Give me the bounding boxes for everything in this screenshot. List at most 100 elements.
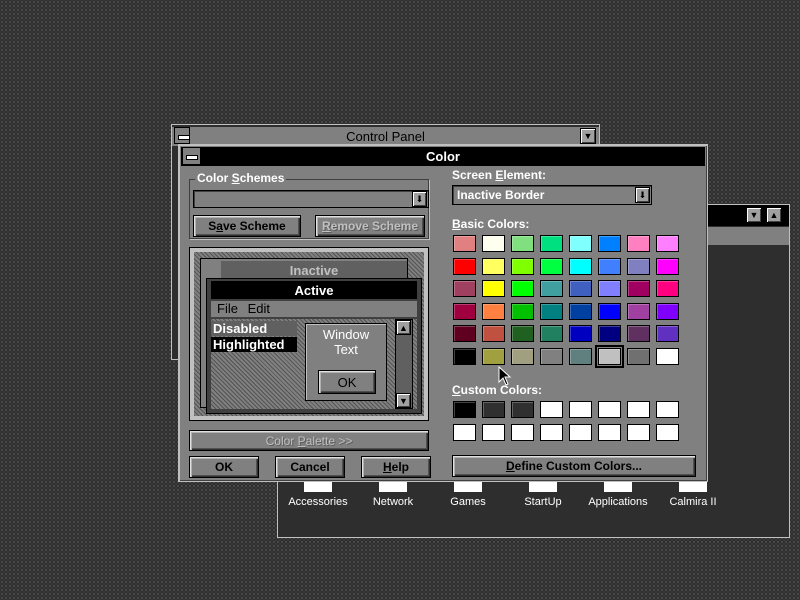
basic-color-swatch[interactable]: [627, 347, 650, 365]
custom-color-swatch[interactable]: [511, 401, 534, 418]
basic-colors-grid: [453, 235, 689, 368]
basic-color-swatch[interactable]: [540, 235, 563, 252]
basic-color-swatch[interactable]: [482, 235, 505, 252]
color-dialog: Color Color Schemes ⬇ Save Scheme Remove…: [178, 144, 708, 482]
icon-label: Accessories: [288, 496, 348, 508]
basic-color-swatch[interactable]: [627, 325, 650, 342]
basic-color-swatch[interactable]: [482, 257, 505, 275]
custom-color-swatch[interactable]: [569, 423, 592, 441]
custom-color-swatch[interactable]: [569, 401, 592, 418]
minimize-button[interactable]: ▼: [746, 207, 762, 223]
group-icon-accessories[interactable]: Accessories: [278, 482, 358, 508]
basic-color-swatch[interactable]: [453, 302, 476, 320]
basic-color-swatch[interactable]: [453, 280, 476, 297]
custom-color-swatch[interactable]: [598, 401, 621, 418]
basic-color-swatch[interactable]: [627, 235, 650, 252]
help-button[interactable]: Help: [361, 456, 431, 478]
custom-color-swatch[interactable]: [627, 401, 650, 418]
custom-color-swatch[interactable]: [453, 423, 476, 441]
basic-color-swatch[interactable]: [511, 257, 534, 275]
system-menu-icon[interactable]: [182, 147, 201, 165]
group-icon-calmira[interactable]: Calmira II: [653, 482, 733, 508]
basic-color-swatch[interactable]: [656, 280, 679, 297]
basic-color-swatch[interactable]: [453, 347, 476, 365]
custom-color-swatch[interactable]: [598, 423, 621, 441]
group-icon-startup[interactable]: StartUp: [503, 482, 583, 508]
basic-color-swatch[interactable]: [482, 347, 505, 365]
color-palette-button[interactable]: Color Palette >>: [189, 430, 429, 451]
basic-color-swatch[interactable]: [569, 280, 592, 297]
basic-color-swatch[interactable]: [511, 235, 534, 252]
group-icon-applications[interactable]: Applications: [578, 482, 658, 508]
basic-color-swatch[interactable]: [569, 235, 592, 252]
icon-label: Calmira II: [669, 496, 717, 508]
preview-inactive-title: Inactive: [221, 261, 407, 279]
basic-color-swatch[interactable]: [598, 235, 621, 252]
custom-colors-grid: [453, 401, 689, 445]
basic-color-swatch[interactable]: [482, 280, 505, 297]
custom-color-swatch[interactable]: [482, 423, 505, 441]
preview-area[interactable]: Inactive Active File Edit Disabled Highl…: [189, 247, 429, 421]
basic-color-swatch[interactable]: [656, 302, 679, 320]
cancel-label: Cancel: [290, 460, 330, 474]
basic-color-swatch[interactable]: [540, 347, 563, 365]
basic-color-swatch[interactable]: [511, 280, 534, 297]
selected-basic-color-swatch[interactable]: [595, 344, 624, 368]
basic-color-swatch[interactable]: [627, 257, 650, 275]
basic-color-swatch[interactable]: [569, 302, 592, 320]
cancel-button[interactable]: Cancel: [275, 456, 345, 478]
basic-color-swatch[interactable]: [482, 325, 505, 342]
custom-color-swatch[interactable]: [540, 401, 563, 418]
custom-color-swatch[interactable]: [540, 423, 563, 441]
custom-color-swatch[interactable]: [482, 401, 505, 418]
basic-color-swatch[interactable]: [627, 280, 650, 297]
custom-color-swatch[interactable]: [453, 401, 476, 418]
basic-color-swatch[interactable]: [511, 325, 534, 342]
define-custom-colors-button[interactable]: Define Custom Colors...: [452, 455, 696, 477]
minimize-button[interactable]: ▼: [580, 128, 596, 144]
group-icon-games[interactable]: Games: [428, 482, 508, 508]
basic-color-swatch[interactable]: [627, 302, 650, 320]
basic-color-swatch[interactable]: [656, 325, 679, 342]
basic-color-swatch[interactable]: [511, 302, 534, 320]
basic-color-swatch[interactable]: [598, 302, 621, 320]
basic-color-swatch[interactable]: [569, 347, 592, 365]
custom-color-swatch[interactable]: [511, 423, 534, 441]
basic-color-swatch[interactable]: [453, 257, 476, 275]
color-scheme-dropdown[interactable]: [193, 190, 429, 208]
basic-color-swatch[interactable]: [569, 325, 592, 342]
basic-color-swatch[interactable]: [511, 347, 534, 365]
preview-window-text-line2: Text: [334, 342, 358, 357]
custom-color-swatch[interactable]: [627, 423, 650, 441]
basic-color-swatch[interactable]: [482, 302, 505, 320]
screen-element-dropdown[interactable]: Inactive Border: [452, 185, 652, 205]
chevron-down-icon[interactable]: ⬇: [635, 187, 650, 203]
basic-color-swatch[interactable]: [540, 302, 563, 320]
basic-color-swatch[interactable]: [453, 235, 476, 252]
ok-button[interactable]: OK: [189, 456, 259, 478]
basic-color-swatch[interactable]: [453, 325, 476, 342]
basic-color-swatch[interactable]: [569, 257, 592, 275]
custom-color-swatch[interactable]: [656, 401, 679, 418]
basic-color-swatch[interactable]: [598, 325, 621, 342]
group-icon-network[interactable]: Network: [353, 482, 433, 508]
system-menu-icon[interactable]: [174, 127, 190, 144]
basic-color-swatch[interactable]: [540, 280, 563, 297]
help-label: Help: [382, 460, 409, 474]
basic-color-swatch[interactable]: [656, 235, 679, 252]
color-schemes-label: Color Schemes: [195, 171, 287, 185]
custom-color-swatch[interactable]: [656, 423, 679, 441]
basic-color-swatch[interactable]: [656, 257, 679, 275]
define-custom-label: Define Custom Colors...: [505, 459, 643, 473]
dialog-titlebar[interactable]: Color: [181, 147, 705, 166]
preview-menu-file: File: [217, 301, 238, 316]
icon-label: Applications: [588, 496, 648, 508]
basic-color-swatch[interactable]: [598, 280, 621, 297]
basic-color-swatch[interactable]: [540, 325, 563, 342]
chevron-down-icon[interactable]: ⬇: [412, 191, 427, 207]
basic-color-swatch[interactable]: [540, 257, 563, 275]
basic-color-swatch[interactable]: [598, 257, 621, 275]
maximize-button[interactable]: ▲: [766, 207, 782, 223]
basic-color-swatch[interactable]: [656, 347, 679, 365]
save-scheme-button[interactable]: Save Scheme: [193, 215, 301, 237]
